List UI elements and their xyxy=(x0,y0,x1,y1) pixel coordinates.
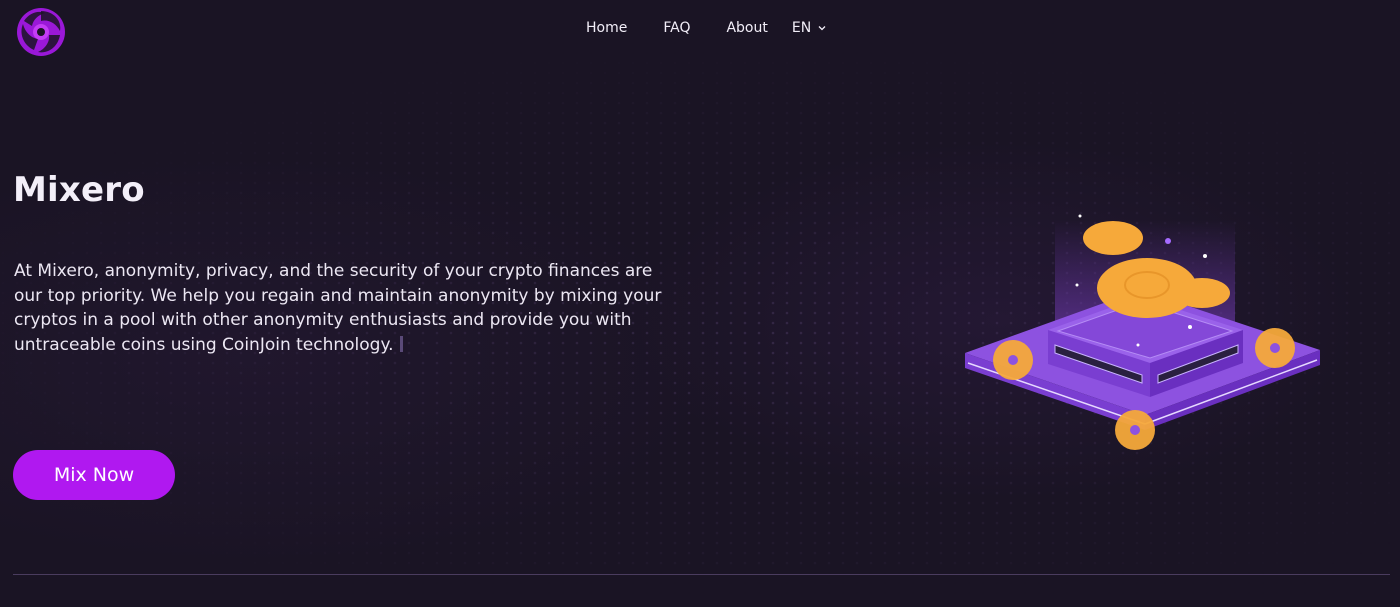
main-nav: Home FAQ About EN xyxy=(586,20,827,36)
language-selector[interactable]: EN xyxy=(792,20,827,36)
isometric-coin-mixer-illustration xyxy=(965,214,1320,450)
hero-description-text: At Mixero, anonymity, privacy, and the s… xyxy=(14,261,662,355)
mix-now-button[interactable]: Mix Now xyxy=(13,450,175,500)
hero-title: Mixero xyxy=(13,170,145,210)
text-cursor xyxy=(399,335,403,352)
section-divider xyxy=(13,574,1390,575)
swirl-logo-icon[interactable] xyxy=(14,5,68,59)
page: Home FAQ About EN Mixero At Mixero, anon… xyxy=(0,0,1400,607)
nav-link-home[interactable]: Home xyxy=(586,20,627,36)
hero-description: At Mixero, anonymity, privacy, and the s… xyxy=(14,259,674,357)
nav-link-faq[interactable]: FAQ xyxy=(663,20,690,36)
chevron-down-icon xyxy=(818,26,826,31)
nav-link-about[interactable]: About xyxy=(726,20,767,36)
language-label: EN xyxy=(791,20,812,36)
